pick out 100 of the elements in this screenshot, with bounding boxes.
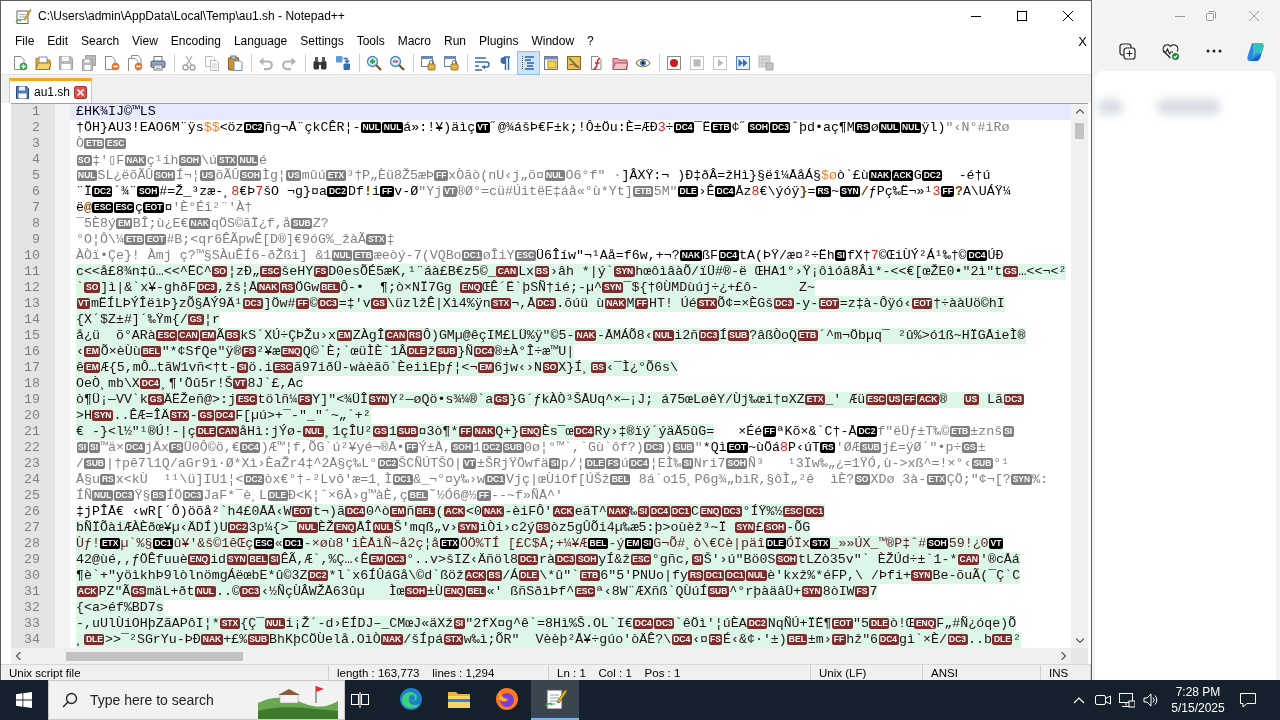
code-line: ÍÑ NUL DC3 Ÿ§BS ÍÖ DC3 JaF*¯è¸L DLE Ð<K¦ˆ×6À›g™àÈ,ç BEL˜½Ó6@½ FF--~f»ÑÅ^' bbox=[75, 488, 563, 504]
volume-icon[interactable] bbox=[1143, 692, 1159, 708]
scrollbar-thumb[interactable] bbox=[1075, 123, 1084, 139]
collections-icon[interactable] bbox=[1119, 42, 1136, 60]
code-line: Å§u RS x<kÙ ¹¹\ü]IU1¦<DC2 òx€°†-²Lvô'æ=1¸Ì DC1&_¬°¤y‰›w DC1 Vjç|œÙiOf[ÚŠž BEL 8á`o15¸P6g¾„bìR,§ôÌ„²ê ìÈ?SO XDø 3à-ETX ÇÖ;"¢¬[?SYN%: bbox=[75, 472, 1049, 488]
menu-item[interactable]: Settings bbox=[293, 34, 351, 48]
maximize-icon[interactable] bbox=[1017, 11, 1027, 21]
line-number: 7 bbox=[31, 200, 41, 216]
line-number: 14 bbox=[23, 312, 41, 328]
line-number: 17 bbox=[23, 360, 41, 376]
menu-item[interactable]: Encoding bbox=[164, 34, 228, 48]
line-number: 16 bbox=[23, 344, 41, 360]
menu-item[interactable]: Tools bbox=[350, 34, 392, 48]
assistant-logo-icon[interactable] bbox=[1246, 41, 1267, 61]
line-number: 31 bbox=[23, 584, 41, 600]
line-number: 30 bbox=[23, 568, 41, 584]
line-number: 21 bbox=[23, 424, 41, 440]
file-tab[interactable]: au1.sh bbox=[9, 78, 93, 103]
menu-item[interactable]: ? bbox=[580, 34, 601, 48]
browser-icon[interactable] bbox=[399, 687, 423, 711]
status-text: length : 163,773 lines : 1,294 bbox=[337, 666, 495, 679]
menu-item[interactable]: Search bbox=[74, 34, 126, 48]
vertical-scrollbar[interactable] bbox=[1071, 104, 1088, 648]
line-number: 9 bbox=[31, 232, 41, 248]
task-view-icon[interactable] bbox=[351, 691, 369, 709]
line-number: 22 bbox=[23, 440, 41, 456]
code-line: ¯5È8ý EM BÎ;ù¿E€NAK qÖS©ãÏ¿f,å SUB Z? bbox=[75, 216, 329, 232]
close-icon[interactable] bbox=[1063, 11, 1073, 21]
status-text: INS bbox=[1049, 666, 1069, 679]
menu-item[interactable]: Window bbox=[524, 34, 581, 48]
search-box[interactable]: Type here to search bbox=[48, 680, 345, 720]
taskbar-button[interactable] bbox=[531, 680, 579, 720]
line-number: 11 bbox=[23, 264, 41, 280]
code-line: ‡jPÎÅ€ ‹wR[´Ô)öõå²`h4£0ÅÅ‹W EOT t¬)ã DC4 0^ò EM ñ BEL(ACK<0 NAK-èiFÔ'ACK eãT^NAK‰SI DC4 DC1 C ENQ DC3°ÍŸ%½ ESC DC1 bbox=[75, 504, 825, 520]
code-line: € -}<l½"¹®Ú!-|ç DLE CAN åHì:jÝø-NUL¸1çÎU² GS 1 SUB¤3ò¶*FF NAK Q+}ENQ Ès¯œ DC4 Ry›‡®ïý´ýäÄ5ûG= ×Éé FF ªKõ×&`C†-Å DC2 f"ëÜƒ±T‰©ETB±znš SI bbox=[75, 424, 1015, 440]
menu-item[interactable]: Macro bbox=[391, 34, 438, 48]
menu-item[interactable]: File bbox=[8, 34, 41, 48]
code-line: °O¦Ô\¼ ETB EOT#B;<qr6ÊÃpwÊ[D®]€9óG%_žàÃ STX‡ bbox=[75, 232, 395, 248]
code-line: ë@ESC ESC ç EOT¤'È°Éî²¨'À† bbox=[75, 200, 253, 216]
notepad-icon[interactable] bbox=[543, 687, 567, 711]
scrollbar-thumb[interactable] bbox=[66, 651, 243, 661]
browser-icon[interactable] bbox=[495, 687, 519, 711]
line-number: 20 bbox=[23, 408, 41, 424]
line-number: 26 bbox=[23, 504, 41, 520]
line-number: 23 bbox=[23, 456, 41, 472]
blurred-placeholder bbox=[1157, 99, 1221, 115]
chevron-up-icon[interactable] bbox=[1073, 696, 1085, 704]
status-text: Unix script file bbox=[9, 666, 81, 679]
search-field[interactable]: Type here to search bbox=[90, 692, 240, 708]
line-number: 18 bbox=[23, 376, 41, 392]
line-number: 24 bbox=[23, 472, 41, 488]
code-line: †ÖH}AU3!EAO6M¨ÿs$$<öz DC2 ñg¬Å¨çkCÊR¦-NUL NUL á»:!¥)äìç VT˝@¾ášÞ€F±k;!Ô±Öu:È=ÆÐ3÷DC4¯Ë ETB¢˝SOH DC3 ˆþd•aç¶M RS ø NUL NUL ÿl)"‹N°#iRø bbox=[75, 120, 1010, 136]
notepad-icon bbox=[15, 7, 32, 25]
line-number: 28 bbox=[23, 536, 41, 552]
code-line: SO‡'▯F NAK ç¹ih SOH\ú STX NUL é bbox=[75, 152, 267, 168]
windows-logo-icon[interactable] bbox=[16, 692, 32, 708]
clock-time[interactable]: 7:28 PM bbox=[1175, 684, 1221, 700]
blurred-placeholder bbox=[1097, 99, 1123, 115]
line-number: 2 bbox=[31, 120, 41, 136]
horizontal-scrollbar[interactable] bbox=[11, 648, 1071, 664]
notification-icon[interactable] bbox=[1240, 692, 1256, 708]
indent-guide-icon[interactable] bbox=[517, 50, 540, 75]
code-line: NUL SL¿ëõÃÛ SOH Í¬¦US õÃÛ SOH Ìg¦US mûú ETX ³†P„Èü8Ž5æÞ FF xÒãò(nU‹j„õ¤NUL O6°f" ·]ÂXŸ:¬ )Ð‡ðÂ=žHì}§ëî¼ÅåÁ§$øò`£ù NAK ACK G DC2 -é†ú bbox=[75, 168, 991, 184]
line-number: 4 bbox=[31, 152, 41, 168]
line-number: 12 bbox=[23, 280, 41, 296]
close-icon[interactable] bbox=[74, 85, 88, 99]
status-text: Unix (LF) bbox=[819, 666, 867, 679]
code-line: ÀÒï•Çe}! Àmj ç?™§SÀuÊÍ6-ðŽßi] &1 NUL ETB æeòý-7(VQBo DC1 øÎiY ESC Ü6Îíw"¬¹Aå=f6w,+¬?NAK ßF DC4 tA(ÞŸ/æ¤²÷Ëh SI fX†7©ŒiÙÝ²Á¹‰†©DC4 ÚÐ bbox=[75, 248, 1004, 264]
network-icon[interactable] bbox=[1119, 692, 1135, 708]
menu-item[interactable]: Plugins bbox=[472, 34, 525, 48]
clock-date[interactable]: 5/15/2025 bbox=[1171, 700, 1225, 716]
text-area[interactable] bbox=[70, 104, 1071, 648]
window-title: C:\Users\admin\AppData\Local\Temp\au1.sh - Notepad++ bbox=[38, 9, 345, 23]
menu-item[interactable]: Language bbox=[227, 34, 294, 48]
line-number: 15 bbox=[23, 328, 41, 344]
code-line: SI SI™ä×DC4 jÄx FS Ü0Ô©ö,€DC4)Æ™¦f,ÕG`ú²¥yé¬®Å•FF Ý±Å,SOH 1 DC2 SUB 0ø¦°™`,`Gù`ôf?)DC3)SUB"*Qì EOT~ùÖá8P‹úT RS'ØÆ SUB j£=ÿØ´"•p÷GS± bbox=[75, 440, 986, 456]
menu-item[interactable]: Edit bbox=[40, 34, 75, 48]
code-line: /SUB|†pê7l1Q/aGr9ì·Ø*Xì›ÈaŽr4‡^2Å§ç‰L°DC2 ŠCÑÚTŠO|VT±ŠRjŸÖwfä SI p/¦DLE FS ú DC4¦EÌ‰SI Nri7 SOH Ñ³ ¹3Ïw‰„¿=1ŸÓ,ù->xß^=!×°‹SUB°¹ bbox=[75, 456, 1010, 472]
status-text: ANSI bbox=[931, 666, 958, 679]
camera-icon[interactable] bbox=[1095, 692, 1111, 708]
code-line: ¨Ï DC2´¾¨SOH#=Ž_³zæ-¸8€Þ7šO ¬g}¤a DC2 Df!i FF v-Ø"Yj VT®Ø°=cü#ÚitëE‡áå«°ù*Yt]ETB 5M"DLE›Ê DC4Åz8€\ýóÿ}=RS~SYN/ƒPç‰Ë¬»¹3 FF?A\UÁŸ¼ bbox=[75, 184, 1011, 200]
menu-item[interactable]: View bbox=[125, 34, 165, 48]
more-icon[interactable] bbox=[1205, 49, 1222, 53]
close-document-button[interactable]: X bbox=[1078, 33, 1087, 49]
line-number: 10 bbox=[23, 248, 41, 264]
search-icon[interactable] bbox=[62, 692, 78, 708]
restore-icon[interactable] bbox=[1205, 10, 1216, 21]
line-number: 5 bbox=[31, 168, 41, 184]
heart-pulse-icon[interactable] bbox=[1162, 42, 1179, 60]
line-number: 34 bbox=[23, 632, 41, 648]
line-number: 13 bbox=[23, 296, 41, 312]
menu-item[interactable]: Run bbox=[437, 34, 473, 48]
line-number: 33 bbox=[23, 616, 41, 632]
line-number: 8 bbox=[31, 216, 41, 232]
line-number: 1 bbox=[31, 104, 41, 120]
line-number: 6 bbox=[31, 184, 41, 200]
line-number: 19 bbox=[23, 392, 41, 408]
status-text: Ln : 1 Col : 1 Pos : 1 bbox=[557, 666, 681, 679]
line-number: 25 bbox=[23, 488, 41, 504]
line-number: 27 bbox=[23, 520, 41, 536]
